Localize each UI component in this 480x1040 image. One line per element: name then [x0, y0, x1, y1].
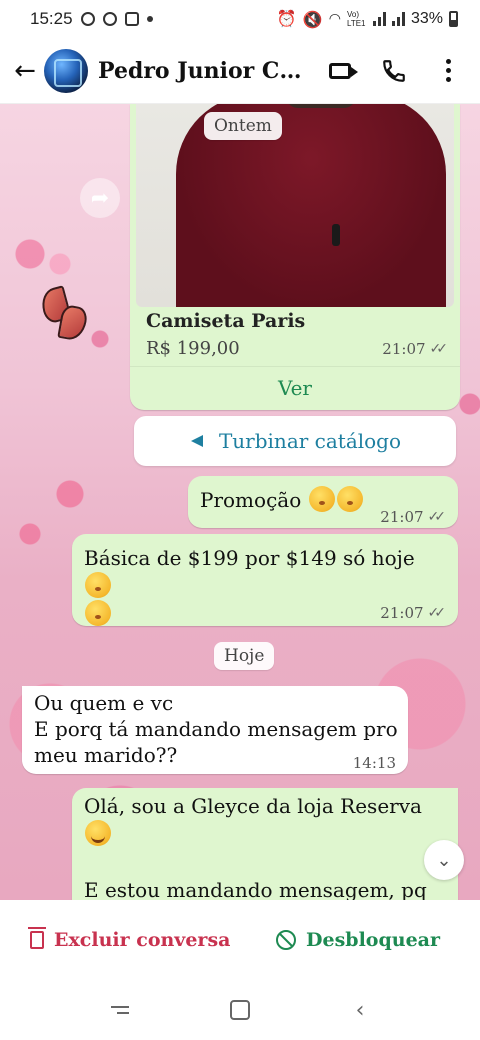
view-product-button[interactable]: Ver [130, 370, 460, 406]
message-bubble-out[interactable]: Promoção 21:07 ✓✓ [188, 476, 458, 528]
shushing-face-emoji-icon [85, 600, 111, 626]
scroll-to-bottom-button[interactable]: ⌄ [424, 840, 464, 880]
message-bubble-in[interactable]: Ou quem e vc E porq tá mandando mensagem… [22, 686, 408, 774]
shushing-face-emoji-icon [308, 486, 335, 512]
chat-header: ← Pedro Junior Client... [0, 38, 480, 104]
unblock-button[interactable]: Desbloquear [276, 929, 440, 951]
smiling-face-emoji-icon [85, 820, 111, 846]
home-button[interactable] [220, 990, 260, 1030]
shushing-face-emoji-icon [336, 486, 363, 512]
message-time: 14:13 [352, 754, 396, 772]
record-icon [80, 12, 95, 26]
butterfly-wallpaper-decoration [42, 284, 92, 344]
mute-icon: 🔇 [302, 9, 323, 29]
model-chin-graphic [286, 104, 356, 108]
back-button[interactable]: ‹ [340, 990, 380, 1030]
product-title: Camiseta Paris [146, 310, 306, 332]
read-receipt-icon: ✓✓ [427, 509, 447, 525]
message-text-content: Básica de $199 por $149 só hoje [84, 546, 415, 570]
video-call-button[interactable] [318, 49, 362, 93]
delete-conversation-label: Excluir conversa [54, 929, 231, 951]
phone-call-icon [383, 59, 405, 82]
read-receipt-icon: ✓✓ [429, 341, 449, 357]
signal-icon [372, 12, 386, 26]
message-text: Ou quem e vc E porq tá mandando mensagem… [34, 690, 400, 768]
shirt-logo [332, 224, 340, 246]
message-meta: 21:07 ✓✓ [380, 508, 446, 526]
date-chip-today: Hoje [214, 642, 275, 670]
system-navigation-bar: ‹ [0, 980, 480, 1040]
message-text: Promoção [200, 486, 364, 514]
instagram-icon [124, 12, 139, 26]
more-options-icon [445, 59, 451, 82]
read-receipt-icon: ✓✓ [427, 605, 447, 621]
status-bar: 15:25 ⏰ 🔇 ◠ Vo) LTE1 33% [0, 0, 480, 38]
alarm-icon: ⏰ [276, 11, 297, 28]
message-text: Olá, sou a Gleyce da loja Reserva E esto… [84, 792, 444, 900]
trash-icon [28, 927, 46, 949]
product-image[interactable] [136, 104, 454, 307]
chat-area[interactable]: Camiseta Paris R$ 199,00 21:07 ✓✓ Ver ➦ … [0, 104, 480, 900]
message-time: 21:07 [380, 604, 424, 622]
message-meta: 21:07 ✓✓ [382, 340, 448, 358]
message-line: Olá, sou a Gleyce da loja Reserva [84, 794, 422, 818]
boost-catalog-label: Turbinar catálogo [218, 429, 402, 453]
status-right: ⏰ 🔇 ◠ Vo) LTE1 33% [277, 9, 458, 29]
blocked-contact-action-bar: Excluir conversa Desbloquear [0, 900, 480, 980]
message-meta: 21:07 ✓✓ [380, 604, 446, 622]
recent-apps-icon [111, 1006, 129, 1014]
unblock-icon [276, 930, 297, 950]
avatar[interactable] [44, 48, 88, 93]
phone-call-button[interactable] [372, 49, 416, 93]
battery-percent: 33% [410, 10, 443, 27]
contact-name[interactable]: Pedro Junior Client... [98, 58, 308, 84]
status-left: 15:25 [30, 9, 153, 29]
message-line: E porq tá mandando mensagem pro [34, 717, 398, 741]
message-line: meu marido?? [34, 743, 178, 767]
chevron-double-down-icon: ⌄ [436, 849, 452, 871]
unblock-label: Desbloquear [306, 929, 440, 951]
boost-catalog-button[interactable]: Turbinar catálogo [134, 416, 456, 466]
megaphone-icon [189, 434, 207, 448]
more-options-button[interactable] [426, 49, 470, 93]
home-icon [230, 1000, 250, 1020]
status-time: 15:25 [30, 9, 73, 28]
message-text-content: Promoção [200, 488, 302, 512]
video-call-icon [329, 62, 358, 79]
more-notifications-icon [146, 16, 153, 22]
wifi-icon: ◠ [328, 11, 341, 27]
forward-icon[interactable]: ➦ [80, 178, 120, 218]
message-time: 21:07 [382, 340, 426, 358]
back-arrow-icon[interactable]: ← [10, 56, 40, 86]
message-line: E estou mandando mensagem, pq da [84, 878, 427, 900]
product-message[interactable]: Camiseta Paris R$ 199,00 21:07 ✓✓ Ver [130, 104, 460, 410]
message-bubble-out[interactable]: Olá, sou a Gleyce da loja Reserva E esto… [72, 788, 458, 900]
message-time: 21:07 [380, 508, 424, 526]
back-icon: ‹ [355, 997, 365, 1023]
divider [130, 366, 460, 367]
message-line: Ou quem e vc [34, 691, 174, 715]
product-price: R$ 199,00 [146, 338, 240, 359]
record-icon [102, 12, 117, 26]
network-label: Vo) LTE1 [346, 10, 366, 28]
signal-icon [391, 12, 405, 26]
delete-conversation-button[interactable]: Excluir conversa [28, 927, 231, 951]
shushing-face-emoji-icon [85, 572, 111, 598]
date-chip-yesterday: Ontem [204, 112, 282, 140]
recent-apps-button[interactable] [100, 990, 140, 1030]
message-bubble-out[interactable]: Básica de $199 por $149 só hoje 21:07 ✓✓ [72, 534, 458, 626]
battery-icon [449, 11, 458, 27]
